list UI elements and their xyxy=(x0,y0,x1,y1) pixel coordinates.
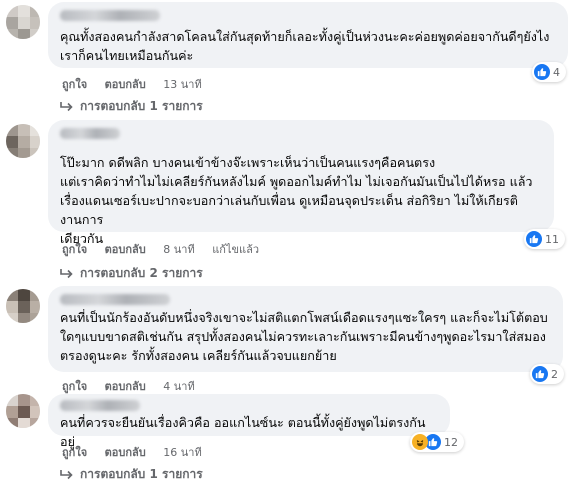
reaction-count: 4 xyxy=(553,65,560,79)
reaction-summary[interactable]: 11 xyxy=(524,229,565,249)
reaction-count: 2 xyxy=(551,367,558,381)
comment-actions: ถูกใจ ตอบกลับ 4 นาที xyxy=(62,377,209,395)
like-icon xyxy=(534,64,550,80)
comment-bubble: คนที่เป็นนักร้องอันดับหนึ่งจริงเขาจะไม่ส… xyxy=(48,286,563,372)
replies-label: การตอบกลับ 1 รายการ xyxy=(80,467,203,481)
view-replies-link[interactable]: การตอบกลับ 1 รายการ xyxy=(60,465,203,484)
like-icon xyxy=(532,366,548,382)
view-replies-link[interactable]: การตอบกลับ 2 รายการ xyxy=(60,264,203,283)
like-action[interactable]: ถูกใจ xyxy=(62,446,87,459)
comment-bubble: คนที่ควรจะยืนยันเรื่องคิวคือ ออแกไนซ์นะ … xyxy=(48,394,450,449)
commenter-name[interactable] xyxy=(60,400,140,411)
avatar[interactable] xyxy=(6,5,40,39)
like-action[interactable]: ถูกใจ xyxy=(62,78,87,91)
reply-action[interactable]: ตอบกลับ xyxy=(105,78,146,91)
haha-icon xyxy=(412,434,428,450)
avatar[interactable] xyxy=(6,124,40,158)
timestamp[interactable]: 4 นาที xyxy=(163,380,194,393)
reply-arrow-icon xyxy=(60,469,73,479)
reaction-count: 12 xyxy=(444,435,458,449)
comment-actions: ถูกใจ ตอบกลับ 8 นาที แก้ไขแล้ว xyxy=(62,240,273,258)
reply-action[interactable]: ตอบกลับ xyxy=(105,380,146,393)
replies-label: การตอบกลับ 2 รายการ xyxy=(80,266,203,280)
avatar[interactable] xyxy=(6,394,40,428)
reaction-count: 11 xyxy=(545,232,559,246)
like-action[interactable]: ถูกใจ xyxy=(62,243,87,256)
timestamp[interactable]: 8 นาที xyxy=(163,243,194,256)
edited-label[interactable]: แก้ไขแล้ว xyxy=(212,243,259,256)
comment-text: คนที่เป็นนักร้องอันดับหนึ่งจริงเขาจะไม่ส… xyxy=(60,310,548,363)
reply-arrow-icon xyxy=(60,268,73,278)
comment-text: คุณทั้งสองคนกำลังสาดโคลนใส่กันสุดท้ายก็เ… xyxy=(60,29,550,63)
replies-label: การตอบกลับ 1 รายการ xyxy=(80,99,203,113)
comment-actions: ถูกใจ ตอบกลับ 13 นาที xyxy=(62,75,216,93)
avatar[interactable] xyxy=(6,289,40,323)
reply-action[interactable]: ตอบกลับ xyxy=(105,243,146,256)
comment-bubble: โป๊ะมาก ดดีพลิก บางคนเข้าข้างจ๊ะเพราะเห็… xyxy=(48,120,554,246)
commenter-name[interactable] xyxy=(60,128,120,139)
reaction-summary[interactable]: 12 xyxy=(410,432,464,452)
comment-bubble: คุณทั้งสองคนกำลังสาดโคลนใส่กันสุดท้ายก็เ… xyxy=(48,2,568,68)
like-icon xyxy=(526,231,542,247)
comment-text: โป๊ะมาก ดดีพลิก บางคนเข้าข้างจ๊ะเพราะเห็… xyxy=(60,155,533,246)
timestamp[interactable]: 13 นาที xyxy=(163,78,201,91)
reply-action[interactable]: ตอบกลับ xyxy=(105,446,146,459)
view-replies-link[interactable]: การตอบกลับ 1 รายการ xyxy=(60,97,203,116)
reaction-summary[interactable]: 4 xyxy=(532,62,566,82)
timestamp[interactable]: 16 นาที xyxy=(163,446,201,459)
comment-actions: ถูกใจ ตอบกลับ 16 นาที xyxy=(62,443,216,461)
reply-arrow-icon xyxy=(60,101,73,111)
commenter-name[interactable] xyxy=(60,10,160,21)
commenter-name[interactable] xyxy=(60,294,170,305)
like-action[interactable]: ถูกใจ xyxy=(62,380,87,393)
reaction-summary[interactable]: 2 xyxy=(530,364,564,384)
